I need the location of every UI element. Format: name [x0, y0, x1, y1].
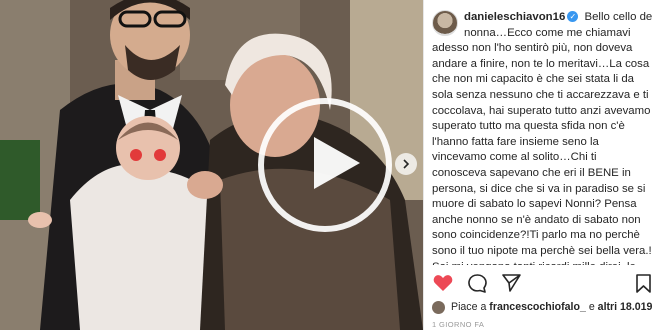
likes-prefix: Piace a — [451, 301, 487, 313]
post-sidebar: danieleschiavon16 ✓ Bello cello de nonna…… — [423, 0, 660, 330]
instagram-post: danieleschiavon16 ✓ Bello cello de nonna…… — [0, 0, 660, 330]
likes-summary: Piace a francescochiofalo_ e altri 18.01… — [432, 299, 658, 315]
liker-username[interactable]: francescochiofalo_ — [489, 301, 586, 313]
save-button[interactable] — [632, 272, 654, 294]
liker-avatar[interactable] — [432, 300, 445, 314]
play-icon — [314, 137, 360, 189]
post-caption: danieleschiavon16 ✓ Bello cello de nonna…… — [432, 10, 654, 265]
action-bar — [432, 272, 654, 294]
caption-username[interactable]: danieleschiavon16 — [464, 11, 565, 23]
next-media-button[interactable] — [395, 153, 417, 175]
avatar[interactable] — [432, 10, 458, 36]
post-timestamp[interactable]: 1 GIORNO FA — [432, 320, 484, 329]
share-button[interactable] — [500, 272, 522, 294]
share-icon — [501, 274, 521, 292]
post-video[interactable] — [0, 0, 423, 330]
caption-text: Bello cello de nonna…Ecco come me chiama… — [432, 11, 653, 265]
chevron-right-icon — [403, 159, 410, 169]
like-button[interactable] — [432, 272, 454, 294]
comment-icon — [467, 273, 487, 293]
comment-button[interactable] — [466, 272, 488, 294]
likes-count[interactable]: altri 18.019 — [598, 301, 653, 313]
verified-badge-icon: ✓ — [567, 11, 579, 23]
heart-icon — [433, 275, 453, 291]
likes-middle: e — [588, 301, 595, 313]
bookmark-icon — [635, 273, 651, 293]
